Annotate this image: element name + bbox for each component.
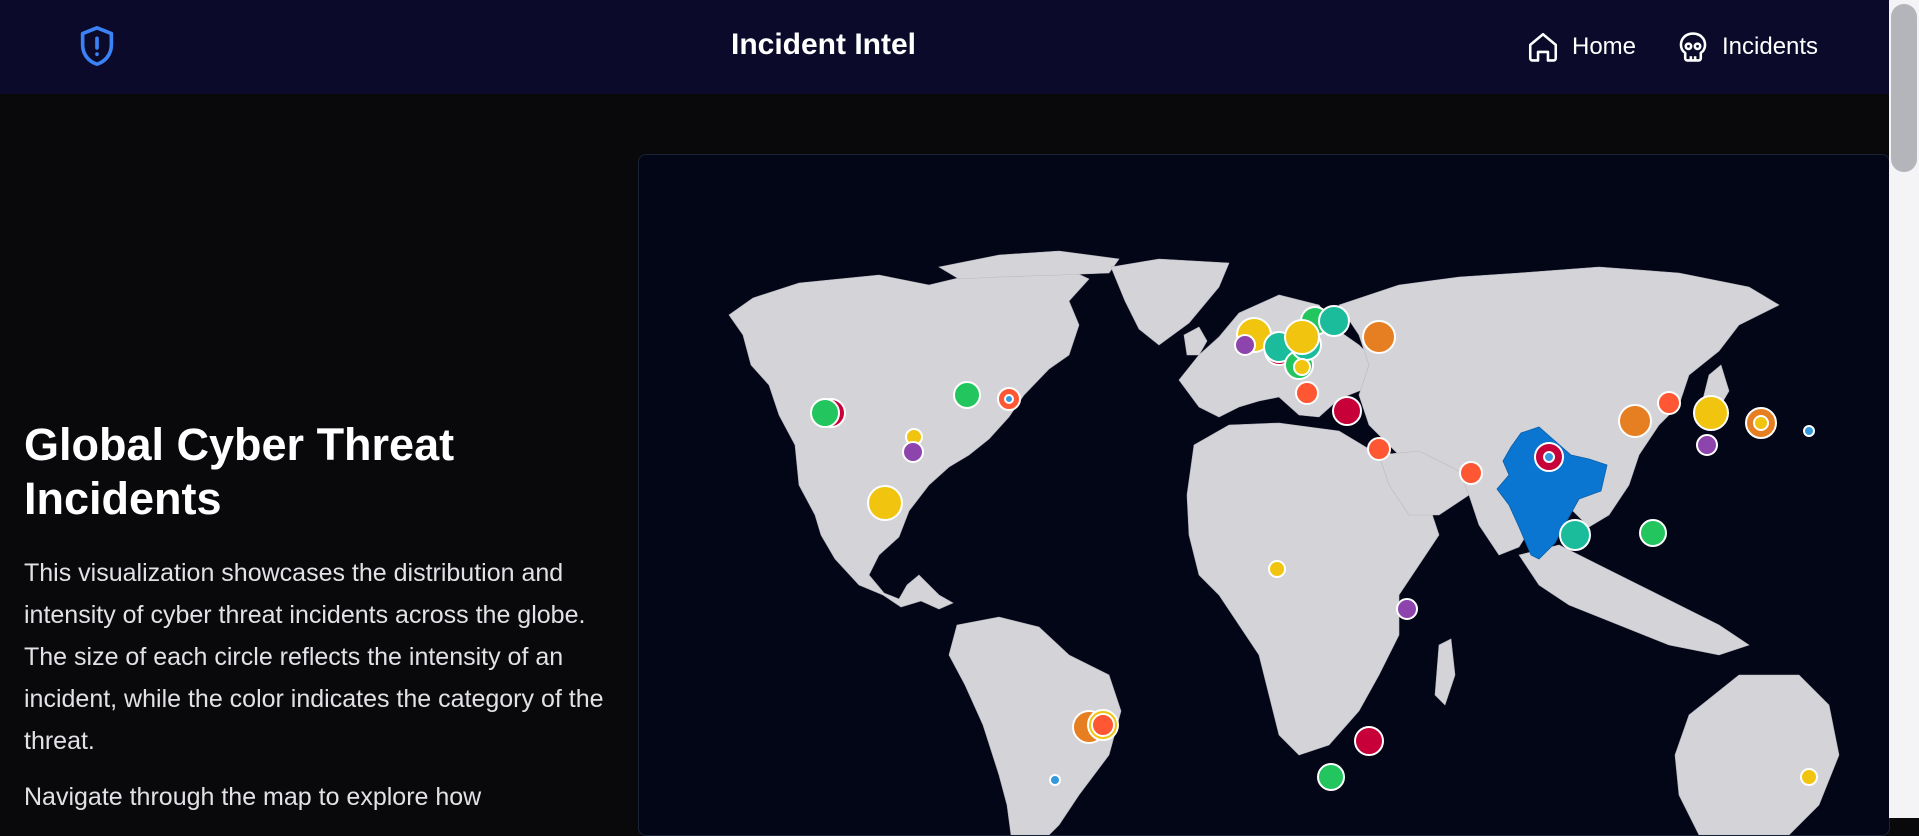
incident-marker[interactable] <box>1618 404 1652 438</box>
incident-marker[interactable] <box>1803 425 1815 437</box>
incident-marker[interactable] <box>1396 598 1418 620</box>
incident-marker[interactable] <box>1318 305 1350 337</box>
incident-marker[interactable] <box>1362 320 1396 354</box>
intro-section: Global Cyber Threat Incidents This visua… <box>24 418 614 832</box>
incident-marker[interactable] <box>1295 381 1319 405</box>
land-arctic-islands <box>938 250 1120 280</box>
incident-marker[interactable] <box>1268 560 1286 578</box>
incident-marker[interactable] <box>1091 713 1115 737</box>
skull-icon <box>1679 32 1707 62</box>
incident-marker[interactable] <box>953 381 981 409</box>
incident-marker[interactable] <box>1049 774 1061 786</box>
nav-incidents-link[interactable]: Incidents <box>1676 26 1818 68</box>
app-title: Incident Intel <box>730 28 916 61</box>
incident-marker[interactable] <box>1459 461 1483 485</box>
scrollbar-thumb[interactable] <box>1891 4 1917 172</box>
world-map-panel[interactable] <box>638 154 1890 836</box>
world-map[interactable] <box>639 155 1889 835</box>
land-australia <box>1674 674 1840 835</box>
incident-marker[interactable] <box>1693 395 1729 431</box>
incident-marker[interactable] <box>1559 519 1591 551</box>
incident-marker[interactable] <box>1354 726 1384 756</box>
incident-marker[interactable] <box>810 398 840 428</box>
incident-marker[interactable] <box>1284 319 1320 355</box>
page-title: Global Cyber Threat Incidents <box>24 419 455 524</box>
incident-marker[interactable] <box>1332 396 1362 426</box>
intro-paragraph: This visualization showcases the distrib… <box>24 559 604 755</box>
incident-marker[interactable] <box>1800 768 1818 786</box>
incident-marker[interactable] <box>1367 437 1391 461</box>
incident-marker[interactable] <box>1293 358 1311 376</box>
incident-marker[interactable] <box>902 441 924 463</box>
page-scrollbar[interactable] <box>1889 0 1919 818</box>
nav-home-link[interactable]: Home <box>1526 26 1636 68</box>
incident-marker[interactable] <box>1317 763 1345 791</box>
intro-paragraph: Navigate through the map to explore how <box>24 783 482 811</box>
nav-home-label: Home <box>1572 33 1637 60</box>
land-southeast-asia <box>1518 544 1750 656</box>
incident-marker[interactable] <box>1639 519 1667 547</box>
incident-marker[interactable] <box>867 485 903 521</box>
land-madagascar <box>1434 638 1456 706</box>
incident-marker[interactable] <box>1543 451 1555 463</box>
navbar: Incident Intel Home Incidents <box>0 0 1919 94</box>
incident-marker[interactable] <box>1657 391 1681 415</box>
incident-marker[interactable] <box>1234 334 1256 356</box>
land-greenland <box>1110 258 1230 346</box>
incident-marker[interactable] <box>1004 394 1014 404</box>
nav-incidents-label: Incidents <box>1722 33 1819 60</box>
incident-marker[interactable] <box>1753 415 1769 431</box>
incident-marker[interactable] <box>1696 434 1718 456</box>
home-icon <box>1528 32 1558 62</box>
